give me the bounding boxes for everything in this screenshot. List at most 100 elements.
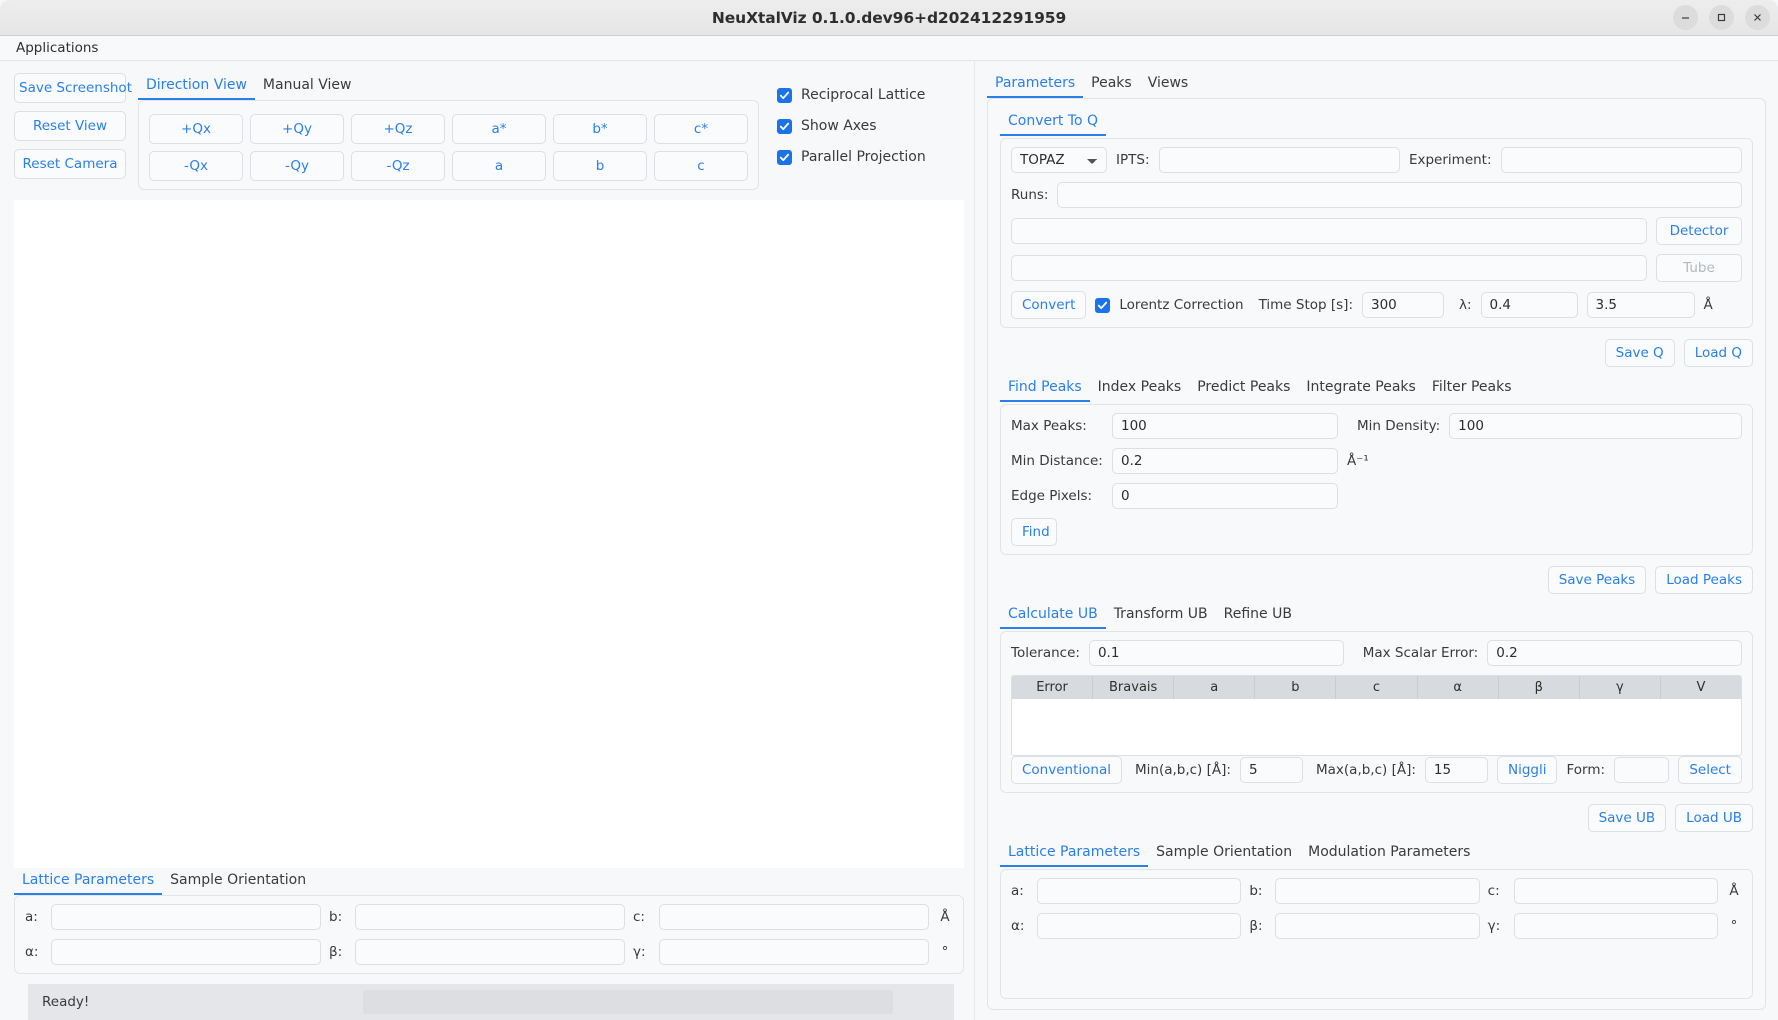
left-lattice-a-label: a: — [25, 909, 43, 925]
direction-button-minus-qz[interactable]: -Qz — [351, 151, 445, 181]
show-axes-checkbox[interactable] — [777, 119, 792, 134]
tab-integrate-peaks[interactable]: Integrate Peaks — [1298, 375, 1423, 402]
detector-path-input[interactable] — [1011, 218, 1647, 244]
close-icon[interactable] — [1745, 5, 1770, 30]
right-lattice-alpha-input[interactable] — [1037, 913, 1241, 939]
load-q-button[interactable]: Load Q — [1684, 339, 1753, 367]
reciprocal-lattice-checkbox[interactable] — [777, 88, 792, 103]
direction-button-a[interactable]: a — [452, 151, 546, 181]
right-lattice-c-label: c: — [1488, 883, 1506, 899]
tab-peaks[interactable]: Peaks — [1083, 71, 1140, 98]
niggli-button[interactable]: Niggli — [1497, 756, 1558, 784]
direction-button-plus-qx[interactable]: +Qx — [149, 114, 243, 144]
option-parallel-projection[interactable]: Parallel Projection — [777, 149, 926, 165]
experiment-input[interactable] — [1501, 147, 1742, 173]
save-peaks-button[interactable]: Save Peaks — [1548, 566, 1647, 594]
reset-camera-button[interactable]: Reset Camera — [14, 149, 126, 179]
tab-lattice-parameters-right[interactable]: Lattice Parameters — [1000, 840, 1148, 867]
min-abc-label: Min(a,b,c) [Å]: — [1135, 762, 1231, 778]
tab-views[interactable]: Views — [1140, 71, 1197, 98]
tab-filter-peaks[interactable]: Filter Peaks — [1424, 375, 1520, 402]
option-show-axes[interactable]: Show Axes — [777, 118, 926, 134]
find-button[interactable]: Find — [1011, 518, 1057, 546]
right-lattice-grid: a: b: c: Å α: β: γ: ° — [1011, 878, 1742, 939]
lambda-min-input[interactable] — [1481, 292, 1578, 318]
max-scalar-error-input[interactable] — [1487, 640, 1742, 666]
maximize-icon[interactable] — [1709, 5, 1734, 30]
left-lattice-b-input[interactable] — [355, 904, 625, 930]
option-reciprocal-lattice[interactable]: Reciprocal Lattice — [777, 87, 926, 103]
left-lattice-alpha-input[interactable] — [51, 939, 321, 965]
save-screenshot-button[interactable]: Save Screenshot — [14, 73, 126, 103]
menu-item-applications[interactable]: Applications — [10, 38, 104, 58]
tab-convert-to-q[interactable]: Convert To Q — [1000, 109, 1106, 136]
convert-row-detector: Detector — [1011, 217, 1742, 245]
left-lattice-angle-unit: ° — [937, 944, 953, 960]
load-ub-button[interactable]: Load UB — [1675, 804, 1753, 832]
left-lattice-a-input[interactable] — [51, 904, 321, 930]
right-lattice-c-input[interactable] — [1514, 878, 1718, 904]
left-lattice-c-label: c: — [633, 909, 651, 925]
minimize-icon[interactable] — [1673, 5, 1698, 30]
ub-results-table[interactable]: Error Bravais a b c α β γ V — [1011, 675, 1742, 756]
lambda-max-input[interactable] — [1587, 292, 1695, 318]
direction-button-a-star[interactable]: a* — [452, 114, 546, 144]
right-lattice-a-input[interactable] — [1037, 878, 1241, 904]
tab-refine-ub[interactable]: Refine UB — [1216, 602, 1300, 629]
left-lattice-beta-input[interactable] — [355, 939, 625, 965]
direction-button-c[interactable]: c — [654, 151, 748, 181]
direction-button-b[interactable]: b — [553, 151, 647, 181]
direction-button-minus-qx[interactable]: -Qx — [149, 151, 243, 181]
min-abc-input[interactable] — [1240, 757, 1303, 783]
tab-index-peaks[interactable]: Index Peaks — [1090, 375, 1190, 402]
tab-sample-orientation-right[interactable]: Sample Orientation — [1148, 840, 1300, 867]
ub-column-volume: V — [1661, 676, 1741, 699]
direction-button-plus-qy[interactable]: +Qy — [250, 114, 344, 144]
lorentz-correction-checkbox[interactable] — [1095, 298, 1110, 313]
direction-button-c-star[interactable]: c* — [654, 114, 748, 144]
find-peaks-row-1: Max Peaks: Min Density: — [1011, 413, 1742, 439]
reset-view-button[interactable]: Reset View — [14, 111, 126, 141]
form-input[interactable] — [1614, 757, 1669, 783]
tab-transform-ub[interactable]: Transform UB — [1106, 602, 1216, 629]
conventional-button[interactable]: Conventional — [1011, 756, 1122, 784]
min-density-input[interactable] — [1449, 413, 1742, 439]
parallel-projection-checkbox[interactable] — [777, 150, 792, 165]
direction-button-plus-qz[interactable]: +Qz — [351, 114, 445, 144]
select-button[interactable]: Select — [1678, 756, 1742, 784]
save-ub-button[interactable]: Save UB — [1588, 804, 1667, 832]
right-lattice-beta-input[interactable] — [1275, 913, 1479, 939]
instrument-select[interactable]: TOPAZMANDICORELLISNAPDEMANDWAND² — [1011, 147, 1107, 173]
save-q-button[interactable]: Save Q — [1605, 339, 1675, 367]
min-distance-input[interactable] — [1112, 448, 1338, 474]
convert-button[interactable]: Convert — [1011, 291, 1086, 319]
max-peaks-input[interactable] — [1112, 413, 1338, 439]
tab-manual-view[interactable]: Manual View — [255, 73, 360, 100]
runs-input[interactable] — [1057, 182, 1742, 208]
edge-pixels-input[interactable] — [1112, 483, 1338, 509]
tab-parameters[interactable]: Parameters — [987, 71, 1083, 98]
tab-find-peaks[interactable]: Find Peaks — [1000, 375, 1090, 402]
tube-path-input[interactable] — [1011, 255, 1647, 281]
right-lattice-b-input[interactable] — [1275, 878, 1479, 904]
detector-button[interactable]: Detector — [1656, 217, 1742, 245]
tolerance-label: Tolerance: — [1011, 645, 1080, 661]
tab-direction-view[interactable]: Direction View — [138, 73, 255, 100]
right-lattice-gamma-input[interactable] — [1514, 913, 1718, 939]
3d-viewport[interactable] — [14, 200, 964, 868]
tolerance-input[interactable] — [1089, 640, 1344, 666]
max-abc-input[interactable] — [1425, 757, 1488, 783]
tab-sample-orientation-left[interactable]: Sample Orientation — [162, 868, 314, 895]
tab-lattice-parameters-left[interactable]: Lattice Parameters — [14, 868, 162, 895]
reciprocal-lattice-label: Reciprocal Lattice — [801, 87, 925, 103]
time-stop-input[interactable] — [1362, 292, 1444, 318]
ipts-input[interactable] — [1159, 147, 1400, 173]
direction-button-minus-qy[interactable]: -Qy — [250, 151, 344, 181]
tab-calculate-ub[interactable]: Calculate UB — [1000, 602, 1106, 629]
left-lattice-c-input[interactable] — [659, 904, 929, 930]
left-lattice-gamma-input[interactable] — [659, 939, 929, 965]
tab-modulation-parameters[interactable]: Modulation Parameters — [1300, 840, 1478, 867]
direction-button-b-star[interactable]: b* — [553, 114, 647, 144]
load-peaks-button[interactable]: Load Peaks — [1655, 566, 1753, 594]
tab-predict-peaks[interactable]: Predict Peaks — [1189, 375, 1298, 402]
